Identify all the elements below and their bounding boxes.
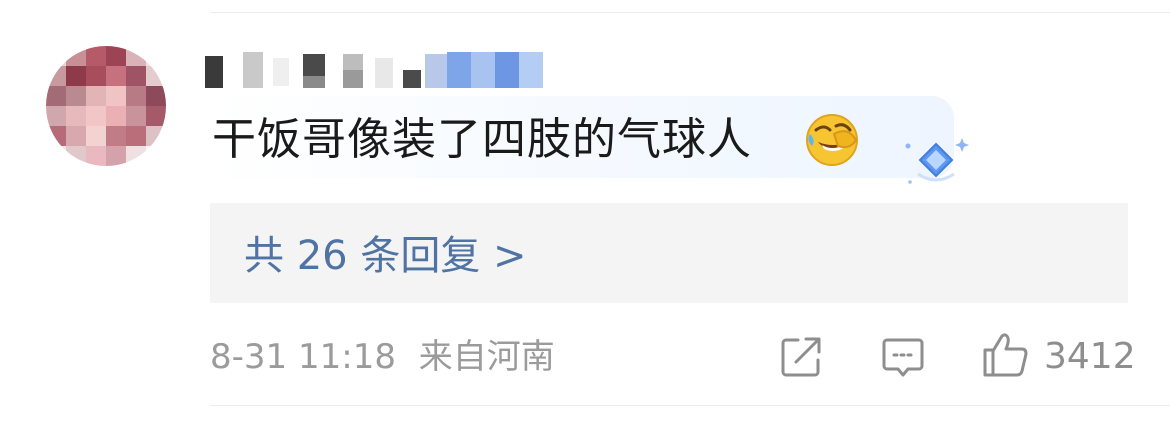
thumbs-up-icon[interactable] xyxy=(980,330,1030,380)
comment-meta: 8-31 11:18 来自河南 xyxy=(210,334,555,380)
share-icon[interactable] xyxy=(778,334,824,380)
divider xyxy=(210,405,1170,406)
like-count: 3412 xyxy=(1044,336,1136,377)
username-redacted[interactable] xyxy=(205,48,545,92)
timestamp: 8-31 11:18 xyxy=(210,337,396,377)
comment-text: 干饭哥像装了四肢的气球人 xyxy=(212,114,752,165)
laughing-crying-emoji-icon xyxy=(806,114,858,166)
location: 来自河南 xyxy=(418,337,555,377)
avatar[interactable] xyxy=(46,46,166,166)
comment-card: 干饭哥像装了四肢的气球人 共 26 条回复 > 8-31 11:18 来自河南 xyxy=(0,0,1170,424)
view-replies-link[interactable]: 共 26 条回复 > xyxy=(244,230,527,282)
comment-icon[interactable] xyxy=(880,334,926,380)
divider xyxy=(210,12,1170,13)
blue-diamond-badge-icon xyxy=(905,138,969,184)
